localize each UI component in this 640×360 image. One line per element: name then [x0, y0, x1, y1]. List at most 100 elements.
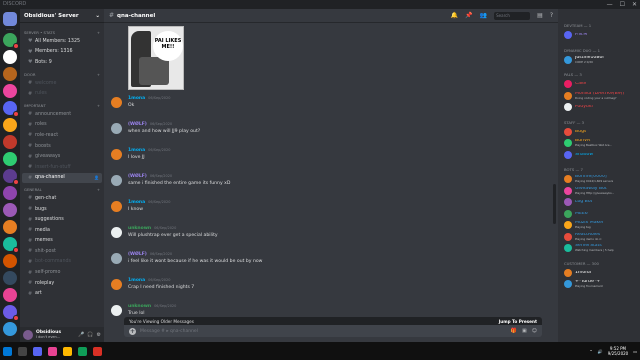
- author-name[interactable]: unknown: [128, 226, 151, 231]
- image-attachment[interactable]: PAI LIKES ME!!: [128, 26, 184, 90]
- author-name[interactable]: 1mona: [128, 96, 145, 101]
- member-item[interactable]: Giveaway Bot Playing Http://giveawaybo...: [564, 186, 638, 196]
- message-composer[interactable]: + Message # ▸ qna-channel 🎁 ▣ ☺: [124, 325, 542, 337]
- message-input[interactable]: Message # ▸ qna-channel: [140, 329, 198, 334]
- channel-memes[interactable]: # memes: [22, 236, 102, 247]
- server-icon[interactable]: [3, 254, 17, 268]
- member-item[interactable]: 1mona: [564, 268, 638, 278]
- gif-icon[interactable]: ▣: [522, 328, 527, 334]
- jump-to-present-button[interactable]: Jump To Present: [499, 319, 537, 324]
- server-icon[interactable]: [3, 271, 17, 285]
- avatar[interactable]: [111, 97, 122, 108]
- avatar[interactable]: [111, 201, 122, 212]
- member-item[interactable]: Bugs: [564, 127, 638, 137]
- channel-insert-fun-stuff[interactable]: # insert-fun-stuff: [22, 162, 102, 173]
- channel-category[interactable]: IMPORTANT +: [20, 99, 104, 109]
- search-icon[interactable]: [18, 346, 27, 356]
- channel-bugs[interactable]: # bugs: [22, 204, 102, 215]
- channel-category[interactable]: DOOR +: [20, 68, 104, 78]
- channel-self-promo[interactable]: # self-promo: [22, 267, 102, 278]
- server-icon[interactable]: [3, 135, 17, 149]
- member-item[interactable]: Fuuyuki: [564, 102, 638, 112]
- server-icon[interactable]: [3, 220, 17, 234]
- add-channel-icon[interactable]: +: [97, 72, 100, 77]
- emoji-icon[interactable]: ☺: [532, 328, 537, 334]
- server-icon[interactable]: [3, 152, 17, 166]
- microphone-icon[interactable]: 🎤: [78, 332, 84, 338]
- author-name[interactable]: 1mona: [128, 148, 145, 153]
- author-name[interactable]: unknown: [128, 304, 151, 309]
- member-item[interactable]: Log Bot: [564, 197, 638, 207]
- gift-icon[interactable]: 🎁: [511, 328, 517, 334]
- channel-category[interactable]: SERVER • STATS +: [20, 26, 104, 36]
- channel-all-members-1325[interactable]: ♥ All Members: 1325: [22, 36, 102, 47]
- member-item[interactable]: BunVR Playing Beatbox Wat Are...: [564, 138, 638, 148]
- channel-giveaways[interactable]: # giveaways: [22, 151, 102, 162]
- channel-category[interactable]: GENERAL +: [20, 183, 104, 193]
- channel-art[interactable]: # art: [22, 288, 102, 299]
- author-name[interactable]: (WØLF): [128, 122, 147, 127]
- tray-chevron-icon[interactable]: ⌃: [589, 349, 592, 354]
- channel-shit-post[interactable]: # shit-post: [22, 246, 102, 257]
- browser-taskbar-icon[interactable]: [78, 346, 87, 356]
- minimize-button[interactable]: —: [607, 0, 613, 9]
- author-name[interactable]: 1mona: [128, 200, 145, 205]
- server-header[interactable]: Obsidious' Server ⌄: [20, 9, 104, 23]
- server-icon[interactable]: [3, 33, 19, 49]
- channel-bots-9[interactable]: ♥ Bots: 9: [22, 57, 102, 68]
- member-item[interactable]: Shadow: [564, 150, 638, 160]
- server-icon[interactable]: [3, 288, 17, 302]
- author-name[interactable]: (WØLF): [128, 252, 147, 257]
- server-icon[interactable]: [3, 101, 19, 117]
- media-taskbar-icon[interactable]: [93, 346, 102, 356]
- member-item[interactable]: ReactRoles Playing demo do rr.: [564, 232, 638, 242]
- channel-welcome[interactable]: # welcome: [22, 78, 102, 89]
- invite-icon[interactable]: 👤: [94, 175, 99, 180]
- avatar[interactable]: [23, 329, 33, 340]
- channel-roles[interactable]: # roles: [22, 120, 102, 131]
- channel-announcement[interactable]: # announcement: [22, 109, 102, 120]
- notifications-icon[interactable]: ▭: [633, 349, 637, 354]
- author-name[interactable]: (WØLF): [128, 174, 147, 179]
- avatar[interactable]: [111, 279, 122, 290]
- maximize-button[interactable]: ☐: [620, 0, 625, 9]
- server-icon[interactable]: [3, 118, 17, 132]
- channel-members-1316[interactable]: ♥ Members: 1316: [22, 47, 102, 58]
- add-channel-icon[interactable]: +: [97, 30, 100, 35]
- volume-icon[interactable]: 🔊: [598, 349, 603, 354]
- pin-icon[interactable]: 📌: [465, 12, 472, 19]
- channel-rules[interactable]: # rules: [22, 88, 102, 99]
- server-icon[interactable]: [3, 322, 17, 336]
- avatar[interactable]: [111, 123, 122, 134]
- members-icon[interactable]: 👥: [480, 12, 487, 19]
- channel-bot-commands[interactable]: # bot-commands: [22, 257, 102, 268]
- folder-taskbar-icon[interactable]: [63, 346, 72, 356]
- server-icon[interactable]: [3, 67, 17, 81]
- member-item[interactable]: P.N.M: [564, 30, 638, 40]
- avatar[interactable]: [111, 227, 122, 238]
- member-item[interactable]: Justine10B0i CODE 2 0/20: [564, 55, 638, 65]
- member-item[interactable]: ServerStats Watching members | 5 help: [564, 243, 638, 253]
- avatar[interactable]: [111, 149, 122, 160]
- close-button[interactable]: ✕: [632, 0, 637, 9]
- server-icon[interactable]: [3, 84, 17, 98]
- member-item[interactable]: +*Turtle*+ Playing Tournament: [564, 279, 638, 289]
- channel-boosts[interactable]: # boosts: [22, 141, 102, 152]
- gear-icon[interactable]: ⚙: [97, 332, 101, 338]
- server-icon[interactable]: [3, 12, 17, 26]
- search-input[interactable]: Search: [494, 11, 531, 20]
- avatar[interactable]: [111, 253, 122, 264]
- add-channel-icon[interactable]: +: [97, 187, 100, 192]
- windows-start-icon[interactable]: [3, 346, 12, 356]
- member-item[interactable]: Monika (DARTK9(B9)) Doing coding your a n…: [564, 91, 638, 101]
- server-icon[interactable]: [3, 50, 17, 64]
- member-item[interactable]: Bonfire​[0000] Playing 0414/1,609 servers: [564, 174, 638, 184]
- bell-icon[interactable]: 🔔: [451, 12, 458, 19]
- channel-qna-channel[interactable]: # qna-channel 👤: [22, 172, 102, 184]
- app-taskbar-icon[interactable]: [48, 346, 57, 356]
- member-item[interactable]: Muzix Maker Playing tag: [564, 220, 638, 230]
- avatar[interactable]: [111, 175, 122, 186]
- server-icon[interactable]: [3, 169, 19, 185]
- member-item[interactable]: Cake: [564, 79, 638, 89]
- member-item[interactable]: MEE6: [564, 209, 638, 219]
